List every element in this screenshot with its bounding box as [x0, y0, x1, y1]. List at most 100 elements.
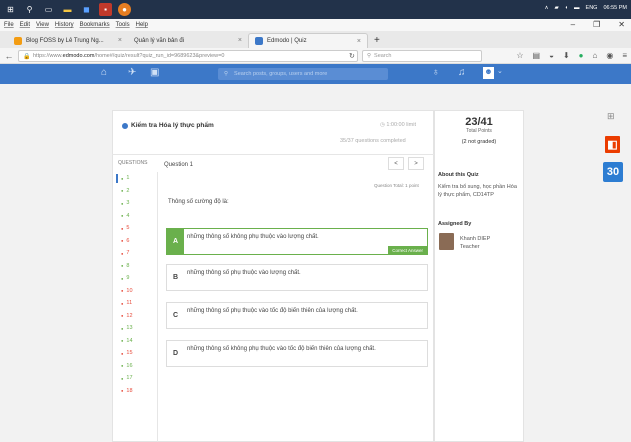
teacher-role: Teacher: [460, 244, 480, 250]
apps-grid-icon[interactable]: ⊞: [607, 111, 615, 122]
progress-icon[interactable]: ✈: [128, 67, 136, 78]
menu-edit[interactable]: Edit: [20, 22, 30, 28]
bookmark-star-icon[interactable]: ☆: [516, 51, 523, 60]
question-nav-item[interactable]: ● 2: [112, 185, 157, 198]
menu-history[interactable]: History: [55, 22, 74, 28]
new-tab-icon[interactable]: +: [374, 35, 380, 46]
question-status-dot: ●: [121, 363, 124, 369]
search-placeholder: Search: [374, 53, 392, 59]
download-icon[interactable]: ⬇: [563, 51, 570, 60]
chevron-down-icon[interactable]: ⌄: [497, 67, 503, 75]
planner-icon[interactable]: ▣: [150, 67, 159, 78]
menu-file[interactable]: File: [4, 22, 14, 28]
app-search-input[interactable]: ⚲ Search posts, groups, users and more: [218, 68, 388, 80]
next-question-button[interactable]: >: [408, 157, 424, 170]
question-status-marker: [116, 324, 118, 333]
question-status-marker: [116, 249, 118, 258]
reading-list-icon[interactable]: ▤: [533, 51, 541, 60]
message-icon[interactable]: ▬: [574, 5, 580, 11]
question-nav-item[interactable]: ● 10: [112, 285, 157, 298]
question-status-dot: ●: [121, 238, 124, 244]
extension-icon[interactable]: ●: [579, 51, 584, 60]
question-nav-item[interactable]: ● 14: [112, 335, 157, 348]
office-365-icon[interactable]: ◧: [605, 136, 620, 153]
pocket-icon[interactable]: ◒: [549, 51, 554, 60]
volume-icon[interactable]: ◖: [565, 5, 568, 11]
task-view-icon[interactable]: ▭: [42, 3, 55, 16]
score-value: 23/41: [465, 116, 493, 128]
address-bar[interactable]: 🔒 https://www. edmodo.com/home#/quiz/resu…: [18, 50, 358, 62]
language-indicator[interactable]: ENG: [586, 5, 598, 11]
home-icon[interactable]: ⌂: [593, 51, 598, 60]
answer-a[interactable]: A những thông số không phụ thuộc vào lượ…: [166, 228, 428, 255]
home-icon[interactable]: ⌂: [101, 67, 107, 78]
answer-d[interactable]: D những thông số không phụ thuộc vào tốc…: [166, 340, 428, 367]
backpack-icon[interactable]: ♁: [432, 67, 440, 78]
question-nav-item[interactable]: ● 6: [112, 235, 157, 248]
store-icon[interactable]: ◼: [80, 3, 93, 16]
question-status-marker: [116, 361, 118, 370]
clock[interactable]: 06:55 PM: [603, 5, 627, 11]
tab-close-icon[interactable]: ×: [118, 37, 122, 44]
question-status-marker: [116, 336, 118, 345]
pdf-app-icon[interactable]: ▪: [99, 3, 112, 16]
score-label: Total Points: [466, 128, 492, 134]
question-nav-item[interactable]: ● 13: [112, 322, 157, 335]
question-number: 3: [126, 200, 130, 207]
question-nav-item[interactable]: ● 9: [112, 272, 157, 285]
firefox-icon[interactable]: ●: [118, 3, 131, 16]
user-avatar-icon[interactable]: ☻: [483, 67, 494, 79]
question-nav-item[interactable]: ● 17: [112, 372, 157, 385]
tab-documents[interactable]: Quản lý văn bản đi ×: [128, 33, 248, 48]
teacher-avatar[interactable]: [439, 233, 454, 250]
question-nav-item[interactable]: ● 18: [112, 385, 157, 398]
question-nav-item[interactable]: ● 5: [112, 222, 157, 235]
question-nav-item[interactable]: ● 3: [112, 197, 157, 210]
minimize-icon[interactable]: –: [571, 20, 575, 29]
question-nav-item[interactable]: ● 1: [112, 172, 157, 185]
answer-letter: D: [172, 350, 179, 357]
tray-chevron-icon[interactable]: ∧: [544, 5, 548, 11]
reload-icon[interactable]: ↻: [349, 52, 355, 60]
prev-question-button[interactable]: <: [388, 157, 404, 170]
back-arrow-icon[interactable]: ←: [2, 51, 16, 61]
menu-bookmarks[interactable]: Bookmarks: [80, 22, 110, 28]
question-nav-item[interactable]: ● 15: [112, 347, 157, 360]
menu-hamburger-icon[interactable]: ≡: [622, 51, 627, 60]
menu-view[interactable]: View: [36, 22, 49, 28]
question-nav-item[interactable]: ● 11: [112, 297, 157, 310]
tab-edmodo-quiz[interactable]: Edmodo | Quiz ×: [248, 33, 368, 48]
question-status-marker: [116, 299, 118, 308]
notification-bell-icon[interactable]: ♫: [458, 67, 466, 78]
maximize-icon[interactable]: ❐: [593, 20, 600, 29]
search-icon[interactable]: ⚲: [23, 3, 36, 16]
quiz-icon: [122, 122, 128, 129]
answer-text: những thông số không phụ thuộc vào tốc đ…: [187, 346, 376, 352]
tab-close-icon[interactable]: ×: [238, 37, 242, 44]
question-status-marker: [116, 274, 118, 283]
tab-close-icon[interactable]: ×: [357, 38, 361, 45]
tab-blog[interactable]: Blog FOSS by Lê Trung Ng... ×: [8, 33, 128, 48]
menu-tools[interactable]: Tools: [116, 22, 130, 28]
teacher-name[interactable]: Khanh DIEP: [460, 235, 490, 243]
question-status-dot: ●: [121, 188, 124, 194]
browser-search-field[interactable]: ⚲ Search: [362, 50, 482, 62]
tab-label: Quản lý văn bản đi: [134, 37, 185, 44]
calendar-icon[interactable]: 30: [603, 162, 623, 182]
answer-letter: A: [167, 229, 184, 254]
menu-help[interactable]: Help: [136, 22, 148, 28]
addon-icon[interactable]: ◉: [606, 51, 613, 60]
network-icon[interactable]: ▰: [554, 5, 558, 11]
windows-start-icon[interactable]: ⊞: [4, 3, 17, 16]
answer-letter: B: [172, 274, 179, 281]
file-explorer-icon[interactable]: ▬: [61, 3, 74, 16]
question-nav-item[interactable]: ● 4: [112, 210, 157, 223]
question-nav-item[interactable]: ● 16: [112, 360, 157, 373]
question-nav-item[interactable]: ● 12: [112, 310, 157, 323]
answer-c[interactable]: C những thông số phụ thuộc vào tốc độ bi…: [166, 302, 428, 329]
question-nav-item[interactable]: ● 7: [112, 247, 157, 260]
question-number: 12: [126, 312, 133, 319]
answer-b[interactable]: B những thông số phụ thuộc vào lượng chấ…: [166, 264, 428, 291]
question-nav-item[interactable]: ● 8: [112, 260, 157, 273]
close-icon[interactable]: ✕: [618, 20, 625, 29]
